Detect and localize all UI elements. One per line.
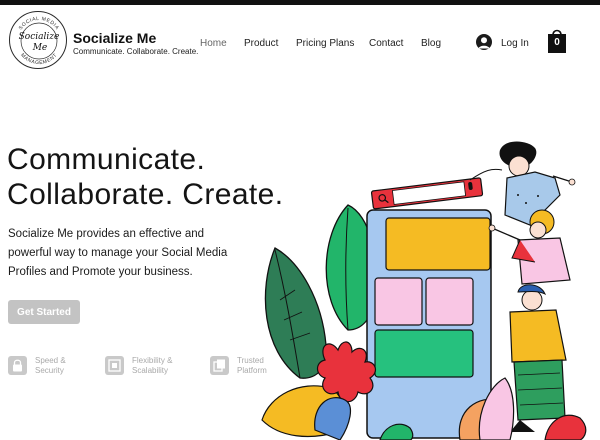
tile-pink-left xyxy=(374,277,423,326)
nav-pricing-plans[interactable]: Pricing Plans xyxy=(296,38,354,49)
tile-green xyxy=(374,329,474,378)
brand-logo[interactable]: SOCIAL MEDIA MANAGEMENT Socialize Me xyxy=(9,11,67,69)
feature-line-2: Security xyxy=(35,366,64,375)
search-bar xyxy=(370,177,484,210)
hero-title-line-2: Collaborate. Create. xyxy=(7,178,284,211)
hero-title: Communicate. Collaborate. Create. xyxy=(7,142,283,212)
cart-count: 0 xyxy=(554,37,560,48)
hero-illustration xyxy=(261,141,587,440)
brand-tagline: Communicate. Collaborate. Create. xyxy=(73,47,199,56)
get-started-button[interactable]: Get Started xyxy=(8,300,80,324)
nav-blog[interactable]: Blog xyxy=(421,38,441,49)
user-avatar-icon xyxy=(476,34,492,50)
svg-text:Socialize: Socialize xyxy=(19,32,60,42)
top-border xyxy=(0,0,600,5)
cart-button[interactable]: 0 xyxy=(545,27,569,55)
login-label: Log In xyxy=(501,38,529,49)
feature-line-1: Flexibility & xyxy=(132,356,173,365)
hero-title-line-1: Communicate. xyxy=(7,143,206,176)
svg-text:Me: Me xyxy=(32,43,48,53)
logo-ring-top: SOCIAL MEDIA xyxy=(18,16,60,31)
dark-leaf xyxy=(264,247,328,379)
logo-seal: SOCIAL MEDIA MANAGEMENT Socialize Me xyxy=(18,16,60,66)
lock-icon xyxy=(8,356,27,375)
feature-line-2: Scalability xyxy=(132,366,169,375)
copy-icon xyxy=(210,356,229,375)
nav-product[interactable]: Product xyxy=(244,38,278,49)
nav-contact[interactable]: Contact xyxy=(369,38,403,49)
feature-line-1: Speed & xyxy=(35,356,66,365)
hero-description: Socialize Me provides an effective and p… xyxy=(8,228,228,278)
nav-home[interactable]: Home xyxy=(200,38,227,49)
svg-text:SOCIAL MEDIA: SOCIAL MEDIA xyxy=(18,16,60,31)
brand-name[interactable]: Socialize Me xyxy=(73,30,156,46)
tile-pink-right xyxy=(425,277,474,326)
tile-yellow xyxy=(385,217,491,271)
expand-icon xyxy=(105,356,124,375)
person-bottom xyxy=(509,284,572,432)
